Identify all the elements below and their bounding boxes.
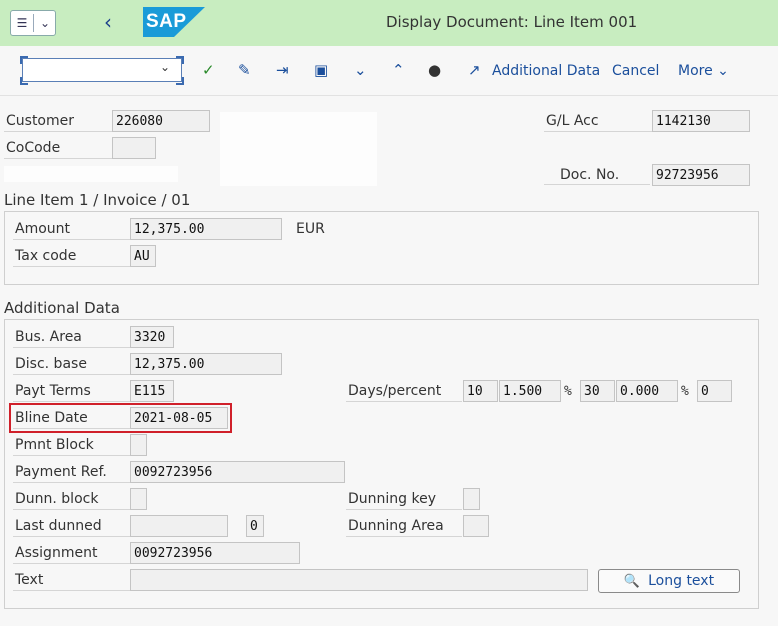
- cocode-field[interactable]: [112, 137, 156, 159]
- export-icon[interactable]: ⇥: [276, 61, 289, 79]
- payment-ref-field[interactable]: 0092723956: [130, 461, 345, 483]
- payt-terms-label: Payt Terms: [13, 381, 130, 402]
- text-label: Text: [13, 570, 130, 591]
- amount-label: Amount: [13, 219, 130, 240]
- taxcode-label: Tax code: [13, 246, 130, 267]
- percent-symbol: %: [681, 384, 689, 399]
- command-field-corner: [20, 56, 28, 64]
- days3-field[interactable]: 0: [697, 380, 732, 402]
- chevron-up-icon[interactable]: ⌃: [392, 61, 405, 79]
- dunning-area-label: Dunning Area: [346, 516, 462, 537]
- edit-icon[interactable]: ✎: [238, 61, 251, 79]
- search-document-icon: 🔍: [623, 573, 641, 589]
- disc-base-field[interactable]: 12,375.00: [130, 353, 282, 375]
- dunning-key-label: Dunning key: [346, 489, 462, 510]
- dunn-block-label: Dunn. block: [13, 489, 130, 510]
- command-field-corner: [176, 56, 184, 64]
- cocode-label: CoCode: [4, 138, 112, 159]
- chevron-down-icon[interactable]: ⌄: [354, 61, 367, 79]
- menu-selector[interactable]: ☰ ⌄: [10, 10, 56, 36]
- text-field[interactable]: [130, 569, 588, 591]
- more-label: More: [678, 63, 713, 79]
- command-field[interactable]: [22, 58, 182, 82]
- last-dunned-label: Last dunned: [13, 516, 130, 537]
- customer-field[interactable]: 226080: [112, 110, 210, 132]
- dunn-block-field[interactable]: [130, 488, 147, 510]
- command-field-corner: [176, 77, 184, 85]
- assignment-field[interactable]: 0092723956: [130, 542, 300, 564]
- back-icon[interactable]: ‹: [98, 10, 118, 34]
- pmnt-block-label: Pmnt Block: [13, 435, 130, 456]
- check-icon[interactable]: ✓: [202, 61, 215, 79]
- additional-data-title: Additional Data: [4, 299, 120, 317]
- docno-field[interactable]: 92723956: [652, 164, 750, 186]
- chevron-down-icon[interactable]: ⌄: [160, 60, 170, 74]
- long-text-button[interactable]: 🔍 Long text: [598, 569, 740, 593]
- blank-area: [4, 166, 178, 182]
- command-field-corner: [20, 77, 28, 85]
- percent-symbol: %: [564, 384, 572, 399]
- line-item-title: Line Item 1 / Invoice / 01: [4, 191, 191, 209]
- cancel-button[interactable]: Cancel: [612, 63, 659, 79]
- currency-text: EUR: [296, 221, 325, 237]
- docno-label: Doc. No.: [544, 165, 650, 185]
- highlight-box: [9, 403, 232, 433]
- days1-field[interactable]: 10: [463, 380, 498, 402]
- dunning-key-field[interactable]: [463, 488, 480, 510]
- last-dunned-field[interactable]: [130, 515, 228, 537]
- more-button[interactable]: More ⌄: [678, 63, 729, 79]
- glacc-label: G/L Acc: [544, 111, 652, 132]
- days-percent-label: Days/percent: [346, 381, 462, 402]
- additional-data-button[interactable]: Additional Data: [492, 63, 600, 79]
- chevron-down-icon: ⌄: [717, 63, 729, 79]
- pmnt-block-field[interactable]: [130, 434, 147, 456]
- days2-field[interactable]: 30: [580, 380, 615, 402]
- additional-data-icon[interactable]: ↗: [468, 61, 481, 79]
- image-icon[interactable]: ▣: [314, 61, 328, 79]
- bus-area-field[interactable]: 3320: [130, 326, 174, 348]
- dunning-area-field[interactable]: [463, 515, 489, 537]
- percent1-field[interactable]: 1.500: [499, 380, 561, 402]
- taxcode-field[interactable]: AU: [130, 245, 156, 267]
- hat-icon[interactable]: ●: [428, 61, 441, 79]
- glacc-field[interactable]: 1142130: [652, 110, 750, 132]
- disc-base-label: Disc. base: [13, 354, 130, 375]
- long-text-label: Long text: [648, 573, 715, 589]
- blank-area: [220, 112, 377, 186]
- chevron-down-icon[interactable]: ⌄: [34, 11, 56, 35]
- payment-ref-label: Payment Ref.: [13, 462, 130, 483]
- page-title: Display Document: Line Item 001: [386, 13, 638, 31]
- dunning-level-field[interactable]: 0: [246, 515, 264, 537]
- payt-terms-field[interactable]: E115: [130, 380, 174, 402]
- amount-field[interactable]: 12,375.00: [130, 218, 282, 240]
- bus-area-label: Bus. Area: [13, 327, 130, 348]
- menu-icon[interactable]: ☰: [11, 11, 33, 35]
- percent2-field[interactable]: 0.000: [616, 380, 678, 402]
- customer-label: Customer: [4, 111, 112, 132]
- assignment-label: Assignment: [13, 543, 130, 564]
